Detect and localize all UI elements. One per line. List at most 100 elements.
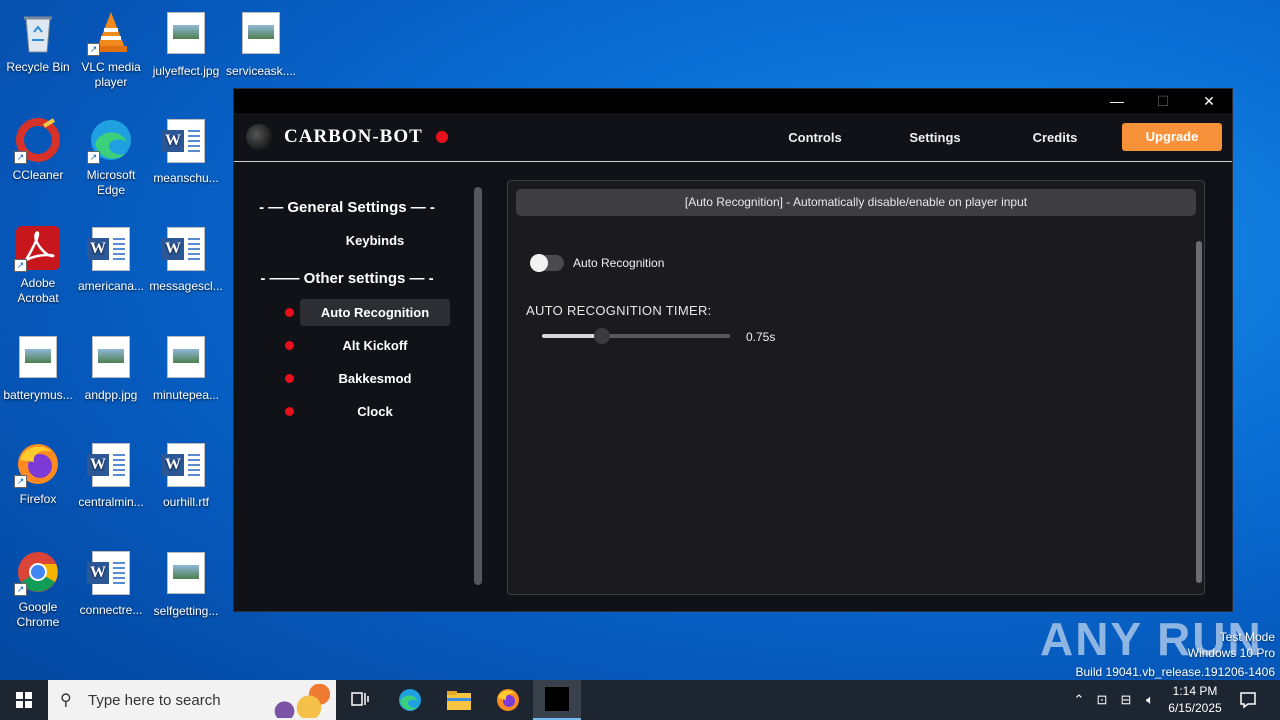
edge-icon (399, 689, 421, 711)
notification-icon (1240, 692, 1256, 709)
taskbar-file-explorer[interactable] (435, 680, 483, 720)
word-doc-icon: W (87, 227, 135, 275)
network-icon[interactable]: ⊟ (1114, 692, 1138, 708)
windows-edition-text: Windows 10 Pro (1187, 646, 1275, 660)
desktop-icon-minutepea[interactable]: minutepea... (148, 332, 224, 403)
app-title: CARBON-BOT (284, 126, 423, 147)
sidebar-item-alt-kickoff[interactable]: Alt Kickoff (300, 332, 450, 359)
word-doc-icon: W (162, 119, 210, 167)
desktop-icon-vlc[interactable]: ↗ VLC media player (73, 8, 149, 90)
toggle-knob (530, 254, 548, 272)
slider-thumb[interactable] (594, 328, 611, 344)
desktop-icon-acrobat[interactable]: ↗ Adobe Acrobat (0, 224, 76, 306)
desktop-icon-recycle-bin[interactable]: Recycle Bin (0, 8, 76, 75)
title-bar[interactable]: — ☐ ✕ (234, 89, 1232, 113)
desktop-icon-messagescl[interactable]: W messagescl... (148, 224, 224, 294)
nav-controls[interactable]: Controls (755, 130, 875, 145)
sidebar-scrollbar[interactable] (474, 187, 482, 585)
timer-value: 0.75s (746, 330, 776, 344)
desktop-icon-selfgetting[interactable]: selfgetting... (148, 548, 224, 619)
task-view-icon (351, 692, 369, 706)
recycle-bin-icon (14, 8, 62, 56)
windows-logo-icon (16, 692, 32, 708)
taskbar-clock[interactable]: 1:14 PM 6/15/2025 (1160, 683, 1230, 717)
image-file-icon (162, 12, 210, 60)
vlc-icon: ↗ (87, 8, 135, 56)
taskbar-firefox[interactable] (484, 680, 532, 720)
timer-label: AUTO RECOGNITION TIMER: (526, 303, 712, 318)
app-header: CARBON-BOT Controls Settings Credits Upg… (234, 113, 1232, 162)
desktop-icon-connectre[interactable]: W connectre... (73, 548, 149, 618)
search-highlight-art (260, 684, 330, 718)
folder-icon (447, 691, 471, 710)
word-doc-icon: W (87, 443, 135, 491)
sidebar-item-clock[interactable]: Clock (300, 398, 450, 425)
app-window-icon (545, 687, 569, 711)
taskbar: ⚲ Type here to search ⌃ ⊡ ⊟ 🔈︎ 1:14 PM 6… (0, 680, 1280, 720)
desktop-icon-batterymus[interactable]: batterymus... (0, 332, 76, 403)
taskbar-search[interactable]: ⚲ Type here to search (48, 680, 336, 720)
chevron-up-icon[interactable]: ⌃ (1068, 692, 1090, 708)
image-file-icon (162, 552, 210, 600)
acrobat-icon: ↗ (14, 224, 62, 272)
sidebar-item-keybinds[interactable]: Keybinds (300, 227, 450, 254)
panel-scrollbar[interactable] (1196, 241, 1202, 583)
word-doc-icon: W (162, 227, 210, 275)
clock-date: 6/15/2025 (1168, 701, 1222, 715)
desktop-icon-andpp[interactable]: andpp.jpg (73, 332, 149, 403)
ccleaner-icon: ↗ (14, 116, 62, 164)
desktop-icon-centralmin[interactable]: W centralmin... (73, 440, 149, 510)
status-dot-icon (285, 374, 294, 383)
image-file-icon (237, 12, 285, 60)
notifications-button[interactable] (1224, 680, 1272, 720)
status-dot-icon (285, 407, 294, 416)
task-view-button[interactable] (336, 680, 384, 720)
status-indicator (435, 131, 448, 143)
nav-credits[interactable]: Credits (995, 130, 1115, 145)
desktop-icon-serviceask[interactable]: serviceask.... (223, 8, 299, 79)
status-dot-icon (285, 341, 294, 350)
taskbar-carbon-bot[interactable] (533, 680, 581, 720)
sidebar-item-bakkesmod[interactable]: Bakkesmod (300, 365, 450, 392)
taskbar-edge[interactable] (386, 680, 434, 720)
minimize-button[interactable]: — (1094, 89, 1140, 113)
search-placeholder: Type here to search (88, 691, 221, 709)
desktop-icon-ourhill[interactable]: W ourhill.rtf (148, 440, 224, 510)
meet-now-icon[interactable]: ⊡ (1090, 692, 1114, 708)
slider-fill (542, 334, 603, 338)
firefox-icon: ↗ (14, 440, 62, 488)
other-settings-heading: - —— Other settings — - (260, 270, 434, 287)
auto-recognition-label: Auto Recognition (573, 256, 665, 270)
start-button[interactable] (0, 680, 48, 720)
desktop-icon-firefox[interactable]: ↗ Firefox (0, 440, 76, 507)
timer-slider[interactable] (542, 328, 730, 344)
general-settings-heading: - — General Settings — - (259, 199, 435, 216)
chrome-icon: ↗ (14, 548, 62, 596)
upgrade-button[interactable]: Upgrade (1122, 123, 1222, 151)
build-text: Build 19041.vb_release.191206-1406 (1075, 665, 1276, 679)
search-icon: ⚲ (60, 692, 72, 709)
desktop-icon-edge[interactable]: ↗ Microsoft Edge (73, 116, 149, 198)
status-dot-icon (285, 308, 294, 317)
desktop-icon-ccleaner[interactable]: ↗ CCleaner (0, 116, 76, 183)
image-file-icon (162, 336, 210, 384)
system-tray: ⌃ ⊡ ⊟ 🔈︎ (1068, 680, 1162, 720)
desktop-icon-meanschu[interactable]: W meanschu... (148, 116, 224, 186)
desktop-icon-julyeffect[interactable]: julyeffect.jpg (148, 8, 224, 79)
top-nav: Controls Settings Credits Upgrade (755, 123, 1222, 151)
image-file-icon (87, 336, 135, 384)
sidebar-item-auto-recognition[interactable]: Auto Recognition (300, 299, 450, 326)
maximize-button[interactable]: ☐ (1140, 89, 1186, 113)
nav-settings[interactable]: Settings (875, 130, 995, 145)
close-button[interactable]: ✕ (1186, 89, 1232, 113)
desktop-icon-americana[interactable]: W americana... (73, 224, 149, 294)
image-file-icon (14, 336, 62, 384)
word-doc-icon: W (87, 551, 135, 599)
volume-icon[interactable]: 🔈︎ (1138, 692, 1162, 708)
settings-panel: [Auto Recognition] - Automatically disab… (507, 180, 1205, 595)
edge-icon: ↗ (87, 116, 135, 164)
auto-recognition-toggle[interactable] (530, 254, 564, 272)
firefox-icon (497, 689, 519, 711)
app-logo-icon (246, 124, 272, 150)
desktop-icon-chrome[interactable]: ↗ Google Chrome (0, 548, 76, 630)
